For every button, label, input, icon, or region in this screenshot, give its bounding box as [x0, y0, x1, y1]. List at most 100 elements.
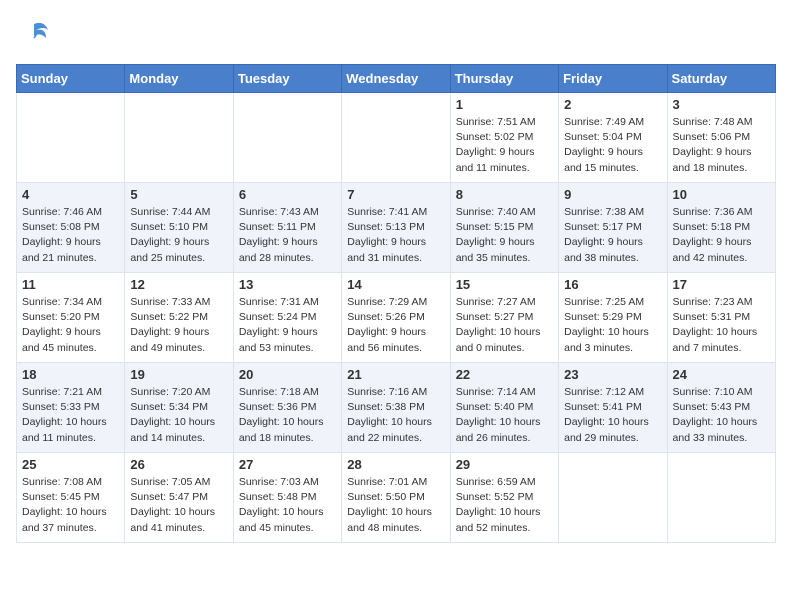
- calendar-cell: [342, 93, 450, 183]
- calendar-week-row: 4 Sunrise: 7:46 AMSunset: 5:08 PMDaylight…: [17, 183, 776, 273]
- cell-info: Sunrise: 7:27 AMSunset: 5:27 PMDaylight:…: [456, 295, 553, 356]
- day-number: 24: [673, 367, 770, 382]
- calendar-cell: 9Sunrise: 7:38 AMSunset: 5:17 PMDaylight…: [559, 183, 667, 273]
- calendar-week-row: 11 Sunrise: 7:34 AMSunset: 5:20 PMDayligh…: [17, 273, 776, 363]
- calendar-header-row: SundayMondayTuesdayWednesdayThursdayFrid…: [17, 65, 776, 93]
- calendar-cell: [125, 93, 233, 183]
- day-number: 13: [239, 277, 336, 292]
- cell-info: Sunrise: 7:05 AMSunset: 5:47 PMDaylight:…: [130, 475, 227, 536]
- cell-info: Sunrise: 7:14 AMSunset: 5:40 PMDaylight:…: [456, 385, 553, 446]
- day-number: 10: [673, 187, 770, 202]
- cell-info: Sunrise: 7:01 AMSunset: 5:50 PMDaylight:…: [347, 475, 444, 536]
- calendar-cell: 16 Sunrise: 7:25 AMSunset: 5:29 PMDayligh…: [559, 273, 667, 363]
- cell-info: Sunrise: 7:03 AMSunset: 5:48 PMDaylight:…: [239, 475, 336, 536]
- day-number: 18: [22, 367, 119, 382]
- day-number: 5: [130, 187, 227, 202]
- day-number: 6: [239, 187, 336, 202]
- calendar-cell: 28Sunrise: 7:01 AMSunset: 5:50 PMDayligh…: [342, 453, 450, 543]
- day-number: 27: [239, 457, 336, 472]
- cell-info: Sunrise: 7:48 AMSunset: 5:06 PMDaylight:…: [673, 115, 770, 176]
- calendar-cell: 3 Sunrise: 7:48 AMSunset: 5:06 PMDaylight…: [667, 93, 775, 183]
- calendar-cell: 17 Sunrise: 7:23 AMSunset: 5:31 PMDayligh…: [667, 273, 775, 363]
- calendar-cell: 19 Sunrise: 7:20 AMSunset: 5:34 PMDayligh…: [125, 363, 233, 453]
- cell-info: Sunrise: 7:12 AMSunset: 5:41 PMDaylight:…: [564, 385, 661, 446]
- calendar-cell: 1 Sunrise: 7:51 AMSunset: 5:02 PMDaylight…: [450, 93, 558, 183]
- calendar-cell: [17, 93, 125, 183]
- day-number: 7: [347, 187, 444, 202]
- calendar-cell: 10Sunrise: 7:36 AMSunset: 5:18 PMDayligh…: [667, 183, 775, 273]
- calendar-cell: 4 Sunrise: 7:46 AMSunset: 5:08 PMDaylight…: [17, 183, 125, 273]
- calendar-cell: 25 Sunrise: 7:08 AMSunset: 5:45 PMDayligh…: [17, 453, 125, 543]
- day-number: 11: [22, 277, 119, 292]
- calendar-cell: 8 Sunrise: 7:40 AMSunset: 5:15 PMDaylight…: [450, 183, 558, 273]
- day-number: 21: [347, 367, 444, 382]
- cell-info: Sunrise: 7:25 AMSunset: 5:29 PMDaylight:…: [564, 295, 661, 356]
- day-number: 25: [22, 457, 119, 472]
- day-number: 9: [564, 187, 661, 202]
- header-wednesday: Wednesday: [342, 65, 450, 93]
- calendar-week-row: 1 Sunrise: 7:51 AMSunset: 5:02 PMDaylight…: [17, 93, 776, 183]
- day-number: 29: [456, 457, 553, 472]
- day-number: 22: [456, 367, 553, 382]
- day-number: 26: [130, 457, 227, 472]
- cell-info: Sunrise: 7:34 AMSunset: 5:20 PMDaylight:…: [22, 295, 119, 356]
- calendar-cell: 29 Sunrise: 6:59 AMSunset: 5:52 PMDayligh…: [450, 453, 558, 543]
- cell-info: Sunrise: 7:40 AMSunset: 5:15 PMDaylight:…: [456, 205, 553, 266]
- day-number: 3: [673, 97, 770, 112]
- header-saturday: Saturday: [667, 65, 775, 93]
- calendar-cell: 13 Sunrise: 7:31 AMSunset: 5:24 PMDayligh…: [233, 273, 341, 363]
- cell-info: Sunrise: 6:59 AMSunset: 5:52 PMDaylight:…: [456, 475, 553, 536]
- calendar-cell: 26 Sunrise: 7:05 AMSunset: 5:47 PMDayligh…: [125, 453, 233, 543]
- calendar-cell: 18 Sunrise: 7:21 AMSunset: 5:33 PMDayligh…: [17, 363, 125, 453]
- header-thursday: Thursday: [450, 65, 558, 93]
- cell-info: Sunrise: 7:49 AMSunset: 5:04 PMDaylight:…: [564, 115, 661, 176]
- cell-info: Sunrise: 7:44 AMSunset: 5:10 PMDaylight:…: [130, 205, 227, 266]
- calendar-cell: 5 Sunrise: 7:44 AMSunset: 5:10 PMDaylight…: [125, 183, 233, 273]
- header-friday: Friday: [559, 65, 667, 93]
- calendar-cell: [233, 93, 341, 183]
- calendar-cell: 21 Sunrise: 7:16 AMSunset: 5:38 PMDayligh…: [342, 363, 450, 453]
- day-number: 2: [564, 97, 661, 112]
- day-number: 1: [456, 97, 553, 112]
- calendar-cell: 12 Sunrise: 7:33 AMSunset: 5:22 PMDayligh…: [125, 273, 233, 363]
- calendar-cell: 7Sunrise: 7:41 AMSunset: 5:13 PMDaylight…: [342, 183, 450, 273]
- day-number: 20: [239, 367, 336, 382]
- calendar-cell: 27 Sunrise: 7:03 AMSunset: 5:48 PMDayligh…: [233, 453, 341, 543]
- cell-info: Sunrise: 7:51 AMSunset: 5:02 PMDaylight:…: [456, 115, 553, 176]
- day-number: 8: [456, 187, 553, 202]
- calendar-cell: 22 Sunrise: 7:14 AMSunset: 5:40 PMDayligh…: [450, 363, 558, 453]
- day-number: 19: [130, 367, 227, 382]
- header-tuesday: Tuesday: [233, 65, 341, 93]
- cell-info: Sunrise: 7:33 AMSunset: 5:22 PMDaylight:…: [130, 295, 227, 356]
- calendar-table: SundayMondayTuesdayWednesdayThursdayFrid…: [16, 64, 776, 543]
- calendar-week-row: 25 Sunrise: 7:08 AMSunset: 5:45 PMDayligh…: [17, 453, 776, 543]
- day-number: 23: [564, 367, 661, 382]
- calendar-week-row: 18 Sunrise: 7:21 AMSunset: 5:33 PMDayligh…: [17, 363, 776, 453]
- cell-info: Sunrise: 7:08 AMSunset: 5:45 PMDaylight:…: [22, 475, 119, 536]
- day-number: 16: [564, 277, 661, 292]
- cell-info: Sunrise: 7:46 AMSunset: 5:08 PMDaylight:…: [22, 205, 119, 266]
- header-sunday: Sunday: [17, 65, 125, 93]
- logo: [16, 16, 56, 52]
- calendar-cell: 14Sunrise: 7:29 AMSunset: 5:26 PMDayligh…: [342, 273, 450, 363]
- day-number: 4: [22, 187, 119, 202]
- cell-info: Sunrise: 7:21 AMSunset: 5:33 PMDaylight:…: [22, 385, 119, 446]
- day-number: 17: [673, 277, 770, 292]
- header-monday: Monday: [125, 65, 233, 93]
- calendar-cell: [667, 453, 775, 543]
- calendar-cell: 24Sunrise: 7:10 AMSunset: 5:43 PMDayligh…: [667, 363, 775, 453]
- cell-info: Sunrise: 7:18 AMSunset: 5:36 PMDaylight:…: [239, 385, 336, 446]
- day-number: 15: [456, 277, 553, 292]
- cell-info: Sunrise: 7:20 AMSunset: 5:34 PMDaylight:…: [130, 385, 227, 446]
- day-number: 12: [130, 277, 227, 292]
- calendar-cell: 11 Sunrise: 7:34 AMSunset: 5:20 PMDayligh…: [17, 273, 125, 363]
- cell-info: Sunrise: 7:23 AMSunset: 5:31 PMDaylight:…: [673, 295, 770, 356]
- calendar-cell: 2 Sunrise: 7:49 AMSunset: 5:04 PMDaylight…: [559, 93, 667, 183]
- cell-info: Sunrise: 7:29 AMSunset: 5:26 PMDaylight:…: [347, 295, 444, 356]
- cell-info: Sunrise: 7:16 AMSunset: 5:38 PMDaylight:…: [347, 385, 444, 446]
- calendar-cell: 6 Sunrise: 7:43 AMSunset: 5:11 PMDaylight…: [233, 183, 341, 273]
- page-header: [16, 16, 776, 52]
- cell-info: Sunrise: 7:31 AMSunset: 5:24 PMDaylight:…: [239, 295, 336, 356]
- cell-info: Sunrise: 7:43 AMSunset: 5:11 PMDaylight:…: [239, 205, 336, 266]
- calendar-cell: 23 Sunrise: 7:12 AMSunset: 5:41 PMDayligh…: [559, 363, 667, 453]
